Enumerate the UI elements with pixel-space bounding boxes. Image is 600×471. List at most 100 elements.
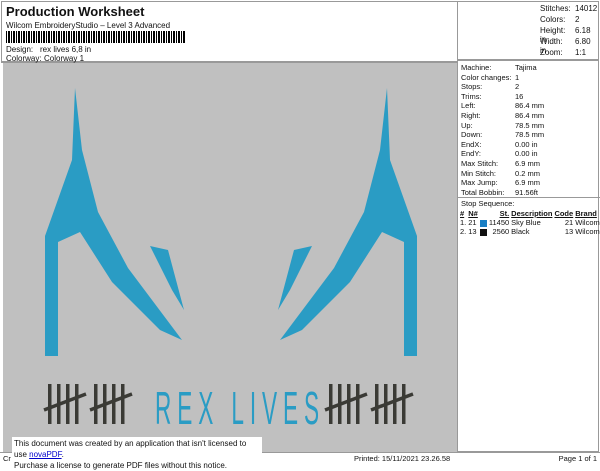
colorway-value: Colorway 1 <box>44 54 85 63</box>
printed-date: Printed: 15/11/2021 23.26.58 <box>354 454 451 463</box>
info-label: Stops: <box>461 82 483 92</box>
stat-label: Colors: <box>540 15 566 24</box>
info-row: EndX: 0.00 in <box>461 140 538 149</box>
color-swatch <box>479 219 487 227</box>
stop-index: 1. <box>460 218 467 227</box>
barcode <box>6 31 186 43</box>
tally-mark <box>402 384 406 424</box>
info-label: Color changes: <box>461 72 512 82</box>
tally-mark <box>112 384 116 424</box>
info-value: Tajima <box>515 63 537 72</box>
notice-period: . <box>61 450 64 459</box>
tally-mark <box>94 384 98 424</box>
footer-left: Cr <box>3 454 11 463</box>
left-eye <box>150 246 184 310</box>
info-value: 2 <box>515 82 520 92</box>
info-value: 91.56ft <box>515 187 538 197</box>
stat-row: Colors: 2 <box>540 15 579 24</box>
colorway-row: Colorway: Colorway 1 <box>6 54 84 63</box>
stat-label: Stitches: <box>540 4 571 13</box>
info-row: Total Bobbin: 91.56ft <box>461 188 538 197</box>
column-header: Brand <box>575 209 597 218</box>
stat-row: Stitches: 14012 <box>540 4 597 13</box>
info-row: Color changes: 1 <box>461 73 519 82</box>
color-code: 13 <box>564 227 574 236</box>
license-notice: This document was created by an applicat… <box>12 437 262 470</box>
stat-value: 14012 <box>575 4 598 13</box>
info-label: Trims: <box>461 91 482 101</box>
column-header: Code <box>554 209 574 218</box>
design-row: Design: rex lives 6,8 in <box>6 45 91 54</box>
software-name: Wilcom EmbroideryStudio – Level 3 Advanc… <box>6 21 171 30</box>
info-label: EndX: <box>461 139 482 149</box>
info-row: Max Jump: 6.9 mm <box>461 178 540 187</box>
right-eye <box>278 246 312 310</box>
stop-row: 2. 13 2560 Black 13 Wilcom <box>460 227 600 236</box>
embroidery-design: REX LIVES <box>43 88 417 434</box>
info-value: 86.4 mm <box>515 101 545 111</box>
info-value: 0.00 in <box>515 139 538 149</box>
info-label: Max Jump: <box>461 178 498 188</box>
info-label: Max Stitch: <box>461 159 499 168</box>
column-header: # <box>460 209 465 218</box>
stat-label: Width: <box>540 37 563 46</box>
info-row: Max Stitch: 6.9 mm <box>461 159 540 168</box>
tally-mark <box>347 384 351 424</box>
stats-panel: Stitches: 14012 Colors: 2 Height: 6.18 in Widt… <box>457 1 599 60</box>
info-row: Down: 78.5 mm <box>461 130 544 139</box>
stop-sequence-title: Stop Sequence: <box>461 199 515 208</box>
info-value: 6.9 mm <box>515 159 541 168</box>
design-label: Design: <box>6 45 34 54</box>
info-value: 86.4 mm <box>515 111 545 120</box>
worksheet-header: Production Worksheet Wilcom EmbroiderySt… <box>1 1 458 63</box>
tally-mark <box>375 384 379 424</box>
design-value: rex lives 6,8 in <box>40 45 92 54</box>
info-label: Machine: <box>461 63 492 72</box>
info-row: Trims: 16 <box>461 92 523 101</box>
colorway-label: Colorway: <box>6 54 42 63</box>
color-description: Sky Blue <box>511 218 541 227</box>
design-text: REX LIVES <box>155 382 325 434</box>
info-value: 78.5 mm <box>515 120 545 130</box>
info-value: 16 <box>515 91 524 101</box>
info-row: Min Stitch: 0.2 mm <box>461 169 540 178</box>
info-row: EndY: 0.00 in <box>461 149 538 158</box>
color-description: Black <box>511 227 530 236</box>
stat-label: Height: <box>540 26 566 35</box>
info-label: Right: <box>461 111 481 120</box>
info-row: Left: 86.4 mm <box>461 101 544 110</box>
stop-sequence-table: # N# St. Description Code Brand 1. 21 11450 Sky B… <box>460 209 600 236</box>
column-header: N# <box>468 209 478 218</box>
novapdf-link[interactable]: novaPDF <box>29 450 61 459</box>
info-row: Machine: Tajima <box>461 63 537 72</box>
stat-value: 1:1 <box>575 48 587 57</box>
info-row: Right: 86.4 mm <box>461 111 544 120</box>
tally-mark <box>75 384 79 424</box>
info-value: 78.5 mm <box>515 130 545 140</box>
info-row: Up: 78.5 mm <box>461 121 544 130</box>
stat-value: 2 <box>575 15 580 24</box>
tally-mark <box>356 384 360 424</box>
info-label: Up: <box>461 120 473 130</box>
tally-mark <box>66 384 70 424</box>
stitch-count: 11450 <box>488 218 510 227</box>
left-blade <box>45 88 182 356</box>
info-label: Min Stitch: <box>461 168 497 178</box>
tally-mark <box>121 384 125 424</box>
page-number: Page 1 of 1 <box>558 454 597 463</box>
info-label: Down: <box>461 130 483 140</box>
brand: Wilcom <box>575 227 600 236</box>
needle: 13 <box>468 227 477 236</box>
column-header: Description <box>511 209 553 218</box>
notice-text-2: Purchase a license to generate PDF files… <box>14 461 227 470</box>
stop-row: 1. 21 11450 Sky Blue 21 Wilcom <box>460 218 600 227</box>
needle: 21 <box>468 218 477 227</box>
divider <box>458 197 600 198</box>
info-label: Total Bobbin: <box>461 187 505 197</box>
info-value: 0.2 mm <box>515 168 541 178</box>
tally-mark <box>329 384 333 424</box>
info-value: 1 <box>515 72 520 82</box>
info-value: 0.00 in <box>515 149 538 159</box>
brand: Wilcom <box>575 218 600 227</box>
page-title: Production Worksheet <box>6 4 145 19</box>
